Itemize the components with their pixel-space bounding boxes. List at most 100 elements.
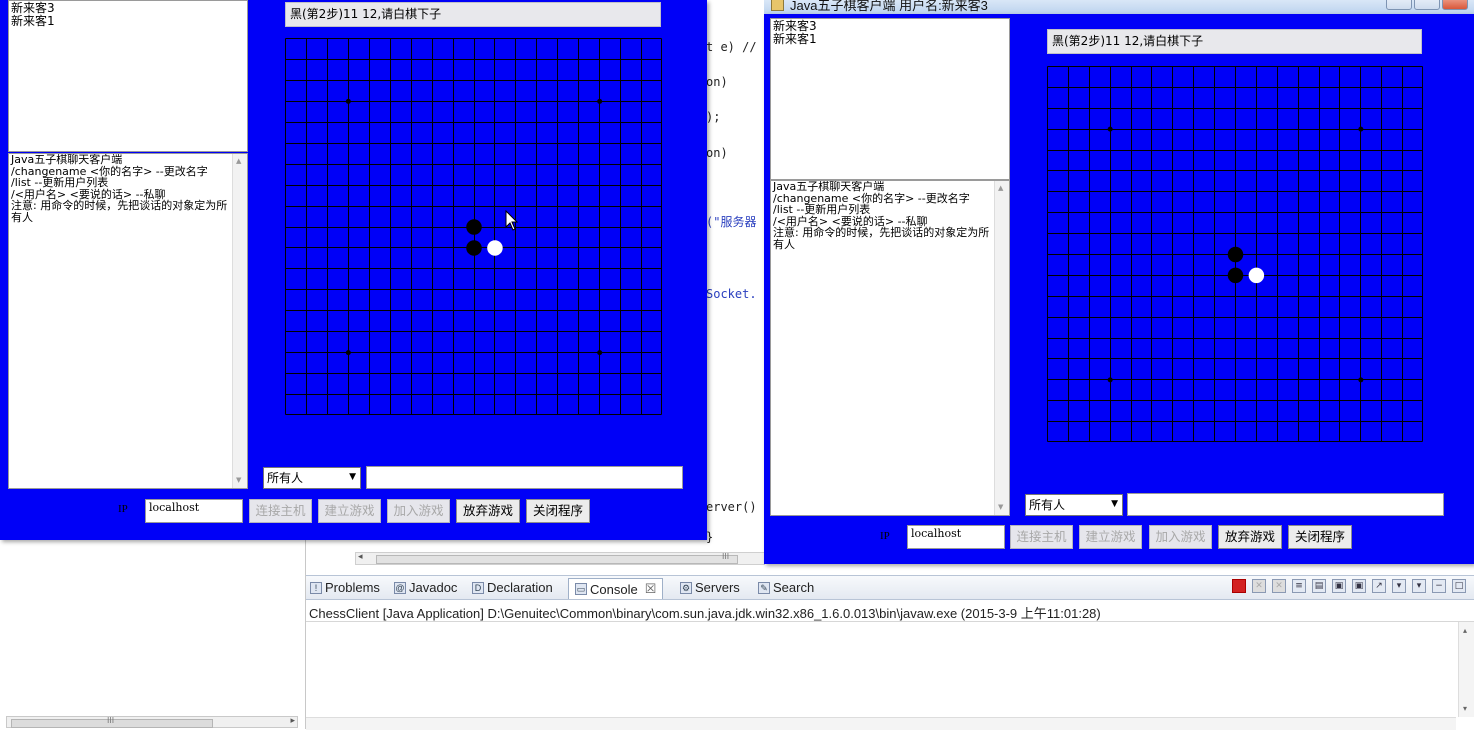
remove-all-icon[interactable]: ✕: [1272, 579, 1286, 593]
gomoku-board[interactable]: [285, 38, 662, 415]
tab-label: Javadoc: [409, 580, 458, 595]
game-window-2: 新来客3 新来客1 Java五子棋聊天客户端 /changename <你的名字…: [764, 14, 1474, 564]
chat-vscroll[interactable]: ▲ ▼: [232, 154, 247, 488]
black-stone: [1227, 267, 1244, 284]
tab-label: Console: [590, 581, 638, 597]
chat-target-value: 所有人: [1029, 498, 1066, 512]
close-window-icon[interactable]: [1442, 0, 1468, 10]
white-stone: [1248, 267, 1265, 284]
star-point: [1358, 377, 1364, 383]
chat-input[interactable]: [1127, 493, 1444, 516]
star-point: [1107, 126, 1113, 132]
scroll-down-arrow-icon[interactable]: ▾: [1463, 704, 1467, 713]
window-2-titlebar[interactable]: Java五子棋客户端 用户名:新来客3: [764, 0, 1474, 15]
chat-target-select[interactable]: 所有人 ▼: [1025, 494, 1123, 516]
give-up-button[interactable]: 放弃游戏: [1218, 525, 1282, 549]
show-stderr-icon[interactable]: ▣: [1352, 579, 1366, 593]
maximize-icon[interactable]: □: [1452, 579, 1466, 593]
maximize-window-icon[interactable]: [1414, 0, 1440, 10]
left-panel-hscroll[interactable]: III ▸: [6, 716, 298, 728]
code-fragment: Socket.: [706, 287, 757, 301]
mouse-cursor-icon: [505, 210, 519, 231]
code-fragment: t e) //: [706, 40, 757, 54]
close-program-button[interactable]: 关闭程序: [526, 499, 590, 523]
chat-line: /list --更新用户列表: [773, 203, 871, 216]
user-list[interactable]: 新来客3 新来客1: [770, 18, 1010, 180]
star-point: [345, 350, 351, 356]
scroll-left-arrow-icon[interactable]: ◂: [358, 552, 363, 562]
user-list[interactable]: 新来客3 新来客1: [8, 0, 248, 152]
window-title: Java五子棋客户端 用户名:新来客3: [790, 0, 988, 13]
open-console-icon[interactable]: ▾: [1412, 579, 1426, 593]
tab-problems[interactable]: ! Problems: [310, 580, 380, 595]
scroll-up-arrow-icon[interactable]: ▲: [998, 183, 1003, 195]
tab-javadoc[interactable]: @ Javadoc: [394, 580, 457, 595]
close-tab-icon[interactable]: ☒: [645, 581, 657, 597]
display-console-icon[interactable]: ▾: [1392, 579, 1406, 593]
user-item[interactable]: 新来客1: [773, 33, 1007, 46]
tab-declaration[interactable]: D Declaration: [472, 580, 553, 595]
create-game-button[interactable]: 建立游戏: [318, 499, 381, 523]
code-fragment: }: [706, 530, 714, 544]
tab-console[interactable]: ▭ Console ☒: [568, 578, 664, 599]
scroll-down-arrow-icon[interactable]: ▼: [998, 502, 1003, 514]
give-up-button[interactable]: 放弃游戏: [456, 499, 520, 523]
ip-label: IP: [118, 503, 128, 515]
console-output[interactable]: [306, 622, 1474, 729]
join-game-button[interactable]: 加入游戏: [387, 499, 450, 523]
black-stone: [1227, 246, 1244, 263]
join-game-button[interactable]: 加入游戏: [1149, 525, 1212, 549]
editor-scroll-thumb[interactable]: III: [376, 552, 738, 564]
remove-launch-icon[interactable]: ✕: [1252, 579, 1266, 593]
console-hscroll[interactable]: [306, 717, 1456, 730]
console-icon: ▭: [575, 583, 587, 595]
show-stdout-icon[interactable]: ▣: [1332, 579, 1346, 593]
star-point: [1358, 126, 1364, 132]
minimize-icon[interactable]: −: [1432, 579, 1446, 593]
scroll-right-arrow-icon[interactable]: ▸: [290, 716, 295, 726]
chat-input[interactable]: [366, 466, 683, 489]
search-icon: ✎: [758, 581, 770, 594]
connect-host-button[interactable]: 连接主机: [249, 499, 312, 523]
black-stone: [466, 219, 482, 235]
tab-label: Problems: [325, 580, 380, 595]
star-point: [597, 350, 603, 356]
star-point: [345, 98, 351, 104]
chat-vscroll[interactable]: ▲ ▼: [994, 181, 1009, 515]
create-game-button[interactable]: 建立游戏: [1079, 525, 1142, 549]
tab-servers[interactable]: ⚙ Servers: [680, 580, 740, 595]
game-status: 黑(第2步)11 12,请白棋下子: [285, 2, 661, 27]
chat-line: 注意: 用命令的时候，先把谈话的对象定为所有人: [773, 226, 990, 251]
user-item[interactable]: 新来客1: [11, 15, 245, 28]
code-editor[interactable]: t e) // on)); on) ("服务器 Socket. erver()}: [700, 0, 770, 560]
problems-icon: !: [310, 581, 322, 594]
editor-hscroll[interactable]: ◂ III: [355, 552, 765, 565]
terminate-icon[interactable]: [1232, 579, 1246, 593]
chat-line: /list --更新用户列表: [11, 176, 109, 189]
console-toolbar: ✕ ✕ ≡ ▤ ▣ ▣ ↗ ▾ ▾ − □: [1232, 579, 1466, 593]
minimize-window-icon[interactable]: [1386, 0, 1412, 10]
game-window-1: 新来客3 新来客1 Java五子棋聊天客户端 /changename <你的名字…: [0, 0, 707, 540]
scroll-down-arrow-icon[interactable]: ▼: [236, 475, 241, 487]
scroll-up-arrow-icon[interactable]: ▲: [236, 156, 241, 168]
console-vscroll[interactable]: ▴ ▾: [1458, 622, 1474, 717]
ip-input[interactable]: localhost: [145, 499, 243, 523]
left-scroll-thumb[interactable]: III: [11, 716, 213, 728]
connect-host-button[interactable]: 连接主机: [1010, 525, 1073, 549]
clear-console-icon[interactable]: ≡: [1292, 579, 1306, 593]
tab-label: Declaration: [487, 580, 553, 595]
close-program-button[interactable]: 关闭程序: [1288, 525, 1352, 549]
chat-area[interactable]: Java五子棋聊天客户端 /changename <你的名字> --更改名字 /…: [770, 180, 1010, 516]
scroll-up-arrow-icon[interactable]: ▴: [1463, 626, 1467, 635]
pin-console-icon[interactable]: ↗: [1372, 579, 1386, 593]
console-tab-bar: ! Problems @ Javadoc D Declaration ▭ Console ☒ ⚙ S…: [306, 575, 1474, 600]
tab-search[interactable]: ✎ Search: [758, 580, 814, 595]
scroll-lock-icon[interactable]: ▤: [1312, 579, 1326, 593]
chevron-down-icon: ▼: [349, 472, 356, 482]
chat-area[interactable]: Java五子棋聊天客户端 /changename <你的名字> --更改名字 /…: [8, 153, 248, 489]
gomoku-board[interactable]: [1047, 66, 1423, 442]
chat-target-select[interactable]: 所有人 ▼: [263, 467, 361, 489]
code-fragment: on): [706, 146, 728, 160]
ip-input[interactable]: localhost: [907, 525, 1005, 549]
star-point: [1107, 377, 1113, 383]
